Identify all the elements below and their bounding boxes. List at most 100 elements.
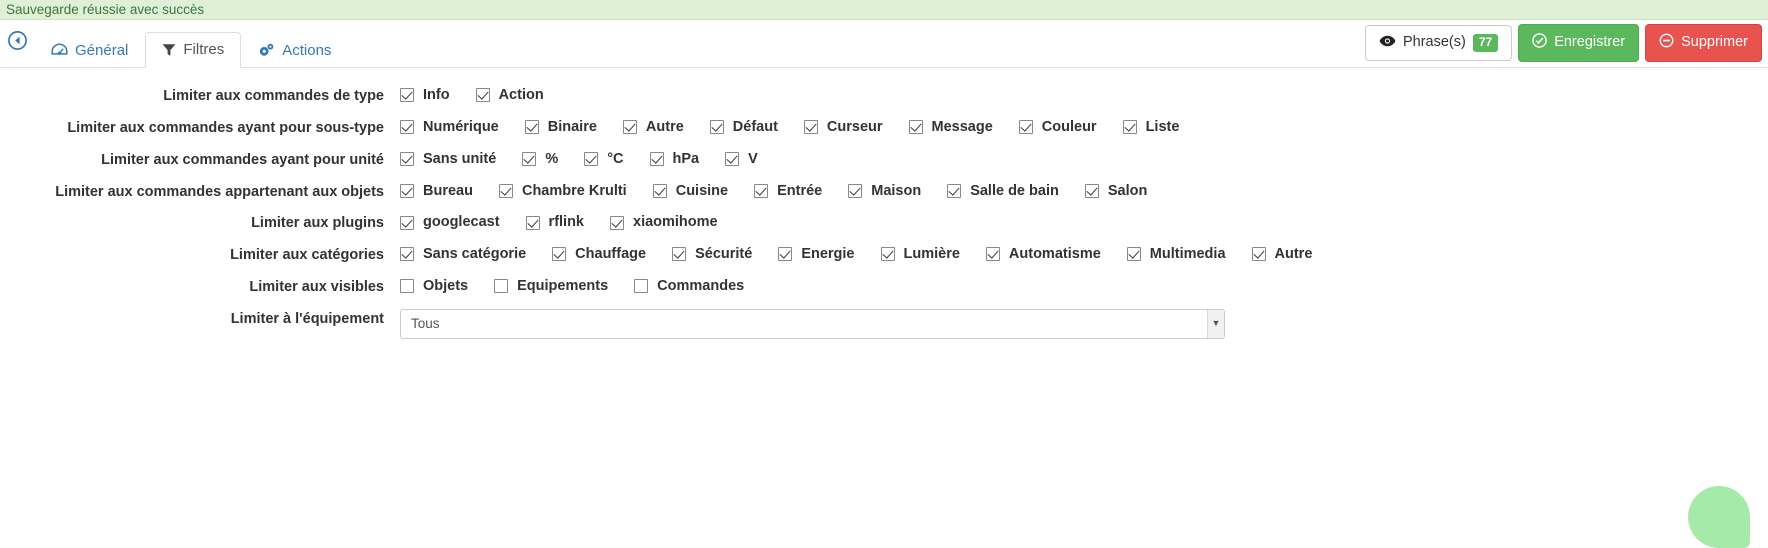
checkbox-option[interactable]: Entrée — [754, 184, 822, 199]
checkbox-checked-icon[interactable] — [522, 152, 536, 166]
checkbox-checked-icon[interactable] — [909, 120, 923, 134]
checkbox-checked-icon[interactable] — [710, 120, 724, 134]
checkbox-checked-icon[interactable] — [881, 247, 895, 261]
checkbox-option[interactable]: Objets — [400, 279, 468, 294]
equipment-select[interactable]: Tous — [400, 309, 1225, 339]
checkbox-option[interactable]: Energie — [778, 247, 854, 262]
form-row-options: Numérique Binaire Autre Défaut Curseur Messag… — [400, 116, 1768, 137]
checkbox-option[interactable]: Couleur — [1019, 120, 1097, 135]
checkbox-checked-icon[interactable] — [848, 184, 862, 198]
checkbox-checked-icon[interactable] — [526, 216, 540, 230]
checkbox-option[interactable]: °C — [584, 152, 623, 167]
checkbox-option[interactable]: Multimedia — [1127, 247, 1226, 262]
equipment-field: Tous ▼ — [400, 307, 1768, 339]
tab-general[interactable]: Général — [34, 33, 145, 68]
checkbox-checked-icon[interactable] — [400, 247, 414, 261]
checkbox-option[interactable]: Maison — [848, 184, 921, 199]
checkbox-option[interactable]: Autre — [623, 120, 684, 135]
checkbox-checked-icon[interactable] — [1019, 120, 1033, 134]
checkbox-unchecked-icon[interactable] — [634, 279, 648, 293]
checkbox-label: Défaut — [733, 120, 778, 135]
checkbox-checked-icon[interactable] — [672, 247, 686, 261]
checkbox-checked-icon[interactable] — [1085, 184, 1099, 198]
checkbox-label: Autre — [1275, 247, 1313, 262]
checkbox-option[interactable]: V — [725, 152, 758, 167]
checkbox-option[interactable]: xiaomihome — [610, 215, 718, 230]
eye-icon — [1379, 35, 1396, 52]
checkbox-option[interactable]: Autre — [1252, 247, 1313, 262]
back-arrow-icon[interactable] — [0, 21, 34, 67]
help-bubble-button[interactable] — [1688, 486, 1750, 548]
form-row-label: Limiter aux commandes ayant pour unité — [0, 148, 400, 170]
checkbox-option[interactable]: rflink — [526, 215, 584, 230]
tab-filtres[interactable]: Filtres — [145, 32, 241, 68]
checkbox-checked-icon[interactable] — [552, 247, 566, 261]
checkbox-checked-icon[interactable] — [725, 152, 739, 166]
checkbox-checked-icon[interactable] — [584, 152, 598, 166]
checkbox-checked-icon[interactable] — [476, 88, 490, 102]
checkbox-option[interactable]: Chauffage — [552, 247, 646, 262]
checkbox-checked-icon[interactable] — [650, 152, 664, 166]
checkbox-label: Chambre Krulti — [522, 184, 627, 199]
checkbox-option[interactable]: Salle de bain — [947, 184, 1059, 199]
tab-actions[interactable]: Actions — [241, 33, 348, 68]
checkbox-option[interactable]: Sécurité — [672, 247, 752, 262]
phrases-label: Phrase(s) — [1403, 35, 1466, 51]
checkbox-option[interactable]: % — [522, 152, 558, 167]
checkbox-checked-icon[interactable] — [400, 88, 414, 102]
checkbox-option[interactable]: Numérique — [400, 120, 499, 135]
checkbox-label: Equipements — [517, 279, 608, 294]
checkbox-checked-icon[interactable] — [778, 247, 792, 261]
checkbox-checked-icon[interactable] — [400, 216, 414, 230]
checkbox-checked-icon[interactable] — [400, 152, 414, 166]
checkbox-label: V — [748, 152, 758, 167]
checkbox-checked-icon[interactable] — [1252, 247, 1266, 261]
checkbox-checked-icon[interactable] — [623, 120, 637, 134]
phrases-count-badge: 77 — [1473, 34, 1498, 51]
checkbox-option[interactable]: Lumière — [881, 247, 960, 262]
checkbox-label: Cuisine — [676, 184, 728, 199]
checkbox-label: Info — [423, 88, 450, 103]
save-button[interactable]: Enregistrer — [1518, 24, 1639, 62]
checkbox-option[interactable]: hPa — [650, 152, 700, 167]
checkbox-checked-icon[interactable] — [400, 184, 414, 198]
checkbox-checked-icon[interactable] — [499, 184, 513, 198]
delete-label: Supprimer — [1681, 35, 1748, 51]
form-row-label: Limiter aux commandes appartenant aux ob… — [0, 180, 400, 202]
checkbox-checked-icon[interactable] — [1123, 120, 1137, 134]
checkbox-option[interactable]: Défaut — [710, 120, 778, 135]
checkbox-option[interactable]: googlecast — [400, 215, 500, 230]
checkbox-option[interactable]: Cuisine — [653, 184, 728, 199]
checkbox-option[interactable]: Bureau — [400, 184, 473, 199]
checkbox-checked-icon[interactable] — [804, 120, 818, 134]
form-row-label: Limiter aux commandes de type — [0, 84, 400, 106]
checkbox-option[interactable]: Sans catégorie — [400, 247, 526, 262]
checkbox-checked-icon[interactable] — [610, 216, 624, 230]
checkbox-option[interactable]: Liste — [1123, 120, 1180, 135]
checkbox-option[interactable]: Curseur — [804, 120, 883, 135]
checkbox-checked-icon[interactable] — [947, 184, 961, 198]
checkbox-label: Sécurité — [695, 247, 752, 262]
checkbox-checked-icon[interactable] — [400, 120, 414, 134]
checkbox-option[interactable]: Binaire — [525, 120, 597, 135]
checkbox-unchecked-icon[interactable] — [494, 279, 508, 293]
checkbox-option[interactable]: Action — [476, 88, 544, 103]
checkbox-checked-icon[interactable] — [653, 184, 667, 198]
checkbox-option[interactable]: Message — [909, 120, 993, 135]
form-row: Limiter aux visiblesObjetsEquipementsCom… — [0, 275, 1768, 297]
checkbox-checked-icon[interactable] — [1127, 247, 1141, 261]
checkbox-checked-icon[interactable] — [754, 184, 768, 198]
checkbox-unchecked-icon[interactable] — [400, 279, 414, 293]
delete-button[interactable]: Supprimer — [1645, 24, 1762, 62]
checkbox-option[interactable]: Info — [400, 88, 450, 103]
checkbox-checked-icon[interactable] — [986, 247, 1000, 261]
checkbox-option[interactable]: Automatisme — [986, 247, 1101, 262]
phrases-button[interactable]: Phrase(s) 77 — [1365, 25, 1512, 60]
checkbox-option[interactable]: Equipements — [494, 279, 608, 294]
checkbox-checked-icon[interactable] — [525, 120, 539, 134]
checkbox-option[interactable]: Commandes — [634, 279, 744, 294]
checkbox-option[interactable]: Salon — [1085, 184, 1147, 199]
checkbox-option[interactable]: Chambre Krulti — [499, 184, 627, 199]
form-row-options: Sans unité% °C hPa V — [400, 148, 1768, 169]
checkbox-option[interactable]: Sans unité — [400, 152, 496, 167]
